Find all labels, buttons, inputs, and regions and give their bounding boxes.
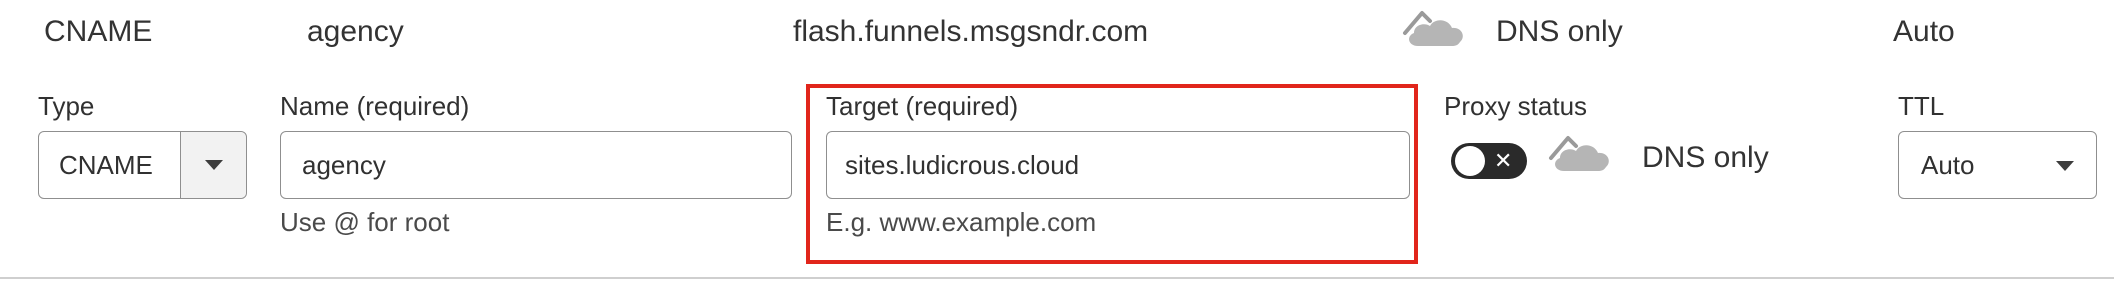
name-label: Name (required)	[280, 91, 470, 121]
type-label: Type	[38, 91, 95, 121]
type-select[interactable]: CNAME	[38, 131, 247, 199]
proxy-toggle[interactable]: ✕	[1451, 143, 1527, 179]
record-proxy-status: DNS only	[1496, 15, 1623, 48]
target-hint: E.g. www.example.com	[826, 207, 1097, 237]
ttl-label: TTL	[1898, 91, 1945, 121]
target-label: Target (required)	[826, 91, 1019, 121]
cloud-dns-only-icon	[1549, 136, 1609, 171]
type-select-value: CNAME	[59, 149, 153, 180]
record-name: agency	[307, 15, 404, 48]
ttl-select-value: Auto	[1921, 149, 1975, 180]
row-divider	[0, 277, 2114, 279]
proxy-status-label: Proxy status	[1444, 91, 1588, 121]
cloud-dns-only-icon	[1403, 11, 1463, 46]
proxy-toggle-knob	[1455, 146, 1485, 176]
target-input[interactable]: sites.ludicrous.cloud	[826, 131, 1410, 199]
type-select-caret[interactable]	[180, 132, 246, 198]
target-input-value: sites.ludicrous.cloud	[845, 149, 1080, 180]
proxy-status-text: DNS only	[1642, 141, 1769, 174]
name-input[interactable]: agency	[280, 131, 792, 199]
name-input-value: agency	[302, 149, 386, 180]
record-content: flash.funnels.msgsndr.com	[793, 15, 1149, 48]
chevron-down-icon	[204, 160, 223, 170]
record-type: CNAME	[44, 15, 153, 48]
ttl-select[interactable]: Auto	[1898, 131, 2097, 199]
close-icon: ✕	[1494, 148, 1513, 173]
record-ttl: Auto	[1893, 15, 1955, 48]
chevron-down-icon	[2056, 161, 2074, 171]
name-hint: Use @ for root	[280, 207, 450, 237]
